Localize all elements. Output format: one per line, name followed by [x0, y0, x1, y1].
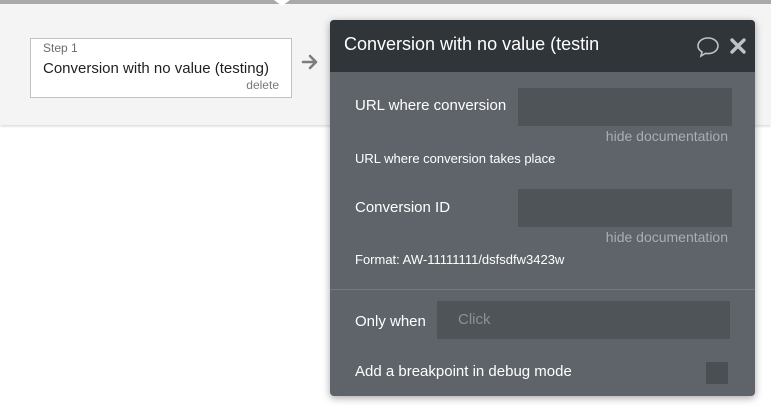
- url-hide-documentation-link[interactable]: hide documentation: [606, 128, 728, 144]
- url-where-conversion-input[interactable]: [518, 88, 732, 126]
- step-delete-link[interactable]: delete: [246, 78, 279, 92]
- url-field-label: URL where conversion: [355, 97, 507, 114]
- panel-title[interactable]: Conversion with no value (testin: [344, 34, 674, 55]
- conversion-id-hide-documentation-link[interactable]: hide documentation: [606, 229, 728, 245]
- step-number-label: Step 1: [43, 41, 78, 55]
- strip-notch: [274, 0, 290, 6]
- conversion-id-label: Conversion ID: [355, 199, 451, 216]
- only-when-label: Only when: [355, 313, 426, 330]
- arrow-right-icon: [301, 54, 318, 70]
- step-card[interactable]: Step 1 Conversion with no value (testing…: [30, 38, 292, 98]
- breakpoint-checkbox[interactable]: [706, 362, 728, 384]
- action-property-panel: Conversion with no value (testin URL whe…: [330, 20, 755, 396]
- only-when-input[interactable]: Click: [437, 301, 730, 339]
- close-icon[interactable]: [729, 37, 747, 55]
- panel-divider: [330, 289, 755, 290]
- comment-icon[interactable]: [696, 36, 720, 58]
- breakpoint-label: Add a breakpoint in debug mode: [355, 363, 572, 380]
- conversion-id-input[interactable]: [518, 189, 732, 227]
- step-title: Conversion with no value (testing): [43, 60, 269, 77]
- panel-header: Conversion with no value (testin: [330, 20, 755, 72]
- conversion-id-documentation-text: Format: AW-11111111/dsfsdfw3423w: [355, 252, 565, 267]
- url-documentation-text: URL where conversion takes place: [355, 151, 556, 166]
